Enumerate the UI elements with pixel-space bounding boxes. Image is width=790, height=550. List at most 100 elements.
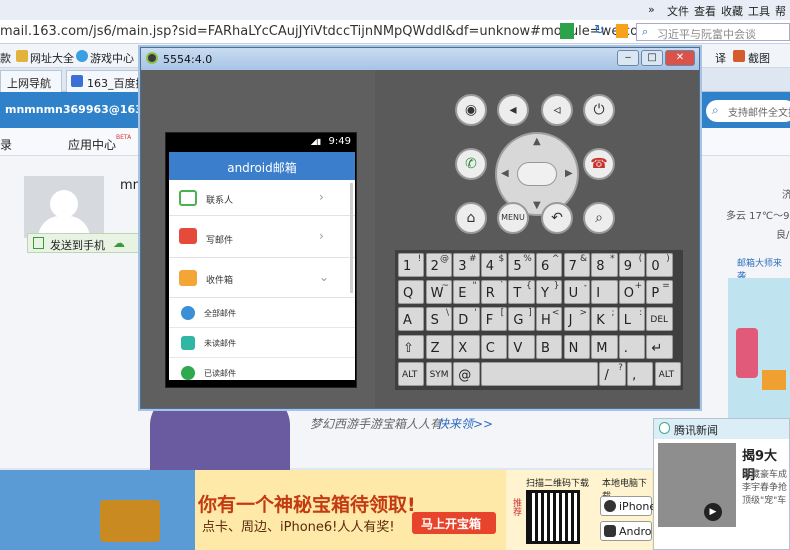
ad-image[interactable] bbox=[728, 278, 790, 418]
dpad-down-icon[interactable]: ▼ bbox=[533, 200, 541, 211]
list-item-read[interactable]: 已读邮件 bbox=[169, 358, 355, 380]
key-1[interactable]: 1! bbox=[398, 253, 425, 277]
nav-app-center[interactable]: 应用中心 bbox=[68, 136, 116, 153]
key-J[interactable]: J > bbox=[563, 307, 590, 332]
key-.[interactable]: . bbox=[618, 334, 646, 359]
key-5[interactable]: 5% bbox=[508, 253, 535, 277]
browser-search-input[interactable]: ⌕ 习近平与阮富中会谈 bbox=[636, 23, 790, 41]
fav-translate[interactable]: 译 bbox=[715, 50, 726, 66]
key-,[interactable]: , bbox=[627, 361, 654, 386]
menu-overflow[interactable]: » bbox=[648, 3, 655, 16]
play-icon[interactable]: ▶ bbox=[704, 503, 722, 521]
avatar[interactable] bbox=[24, 176, 104, 238]
menu-favorites[interactable]: 收藏 bbox=[721, 3, 743, 19]
search-icon[interactable]: ⌕ bbox=[583, 202, 615, 234]
dpad-center-button[interactable] bbox=[517, 162, 557, 186]
dropdown-icon[interactable] bbox=[616, 24, 628, 38]
dpad-up-icon[interactable]: ▲ bbox=[533, 136, 541, 147]
scrollbar[interactable] bbox=[350, 183, 353, 293]
menu-tools[interactable]: 工具 bbox=[748, 3, 770, 19]
url-text[interactable]: mail.163.com/js6/main.jsp?sid=FARhaLYcCA… bbox=[0, 24, 638, 39]
key-U[interactable]: U- bbox=[563, 280, 590, 305]
key-@[interactable]: @ bbox=[453, 361, 480, 386]
key-↵[interactable]: ↵ bbox=[646, 334, 673, 359]
key-ALT[interactable]: ALT bbox=[398, 361, 425, 386]
key-Z[interactable]: Z bbox=[425, 334, 452, 359]
key-ALT[interactable]: ALT bbox=[654, 361, 682, 386]
end-call-icon[interactable]: ☎ bbox=[583, 148, 615, 180]
android-download-button[interactable]: Andro bbox=[600, 521, 652, 541]
key-3[interactable]: 3 # bbox=[453, 253, 480, 277]
fav-item[interactable]: 网址大全 bbox=[30, 50, 74, 66]
key-G[interactable]: G] bbox=[508, 307, 535, 332]
list-item-inbox[interactable]: 收件箱 ⌄ bbox=[169, 258, 355, 298]
key-K[interactable]: K; bbox=[591, 307, 618, 332]
key-6[interactable]: 6 ^ bbox=[536, 253, 563, 277]
compat-icon[interactable] bbox=[560, 23, 574, 39]
iphone-download-button[interactable]: iPhone bbox=[600, 496, 656, 516]
emulator-titlebar[interactable]: 5554:4.0 ‒ □ ✕ bbox=[141, 48, 699, 70]
dpad-right-icon[interactable]: ▶ bbox=[565, 168, 573, 179]
key-E[interactable]: E " bbox=[453, 280, 480, 305]
key-C[interactable]: C bbox=[480, 334, 508, 359]
dpad-left-icon[interactable]: ◀ bbox=[501, 168, 509, 179]
key-F[interactable]: F[ bbox=[480, 307, 508, 332]
promo-link[interactable]: 快来领>> bbox=[437, 415, 493, 432]
key-B[interactable]: B bbox=[536, 334, 563, 359]
key-9[interactable]: 9( bbox=[618, 253, 646, 277]
send-to-phone-button[interactable]: 发送到手机 ☁ bbox=[27, 233, 152, 253]
key-4[interactable]: 4 $ bbox=[480, 253, 508, 277]
news-popup[interactable]: 腾讯新闻 ▶ 揭9大明 收藏豪车成 李宇春争抢 顶级"宠"车 bbox=[653, 418, 790, 550]
list-item-all-mail[interactable]: 全部邮件 bbox=[169, 298, 355, 328]
key-D[interactable]: D ' bbox=[453, 307, 480, 332]
mail-search-input[interactable]: ⌕ 支持邮件全文搜 bbox=[706, 100, 790, 122]
list-item-compose[interactable]: 写邮件 › bbox=[169, 216, 355, 258]
refresh-icon[interactable]: ↻ bbox=[594, 23, 605, 38]
home-icon[interactable]: ⌂ bbox=[455, 202, 487, 234]
key-X[interactable]: X bbox=[453, 334, 480, 359]
key-V[interactable]: V bbox=[508, 334, 535, 359]
cloud-icon[interactable]: ☁ bbox=[113, 236, 125, 250]
close-button[interactable]: ✕ bbox=[665, 50, 695, 66]
camera-icon[interactable]: ◉ bbox=[455, 94, 487, 126]
news-image[interactable]: ▶ bbox=[658, 443, 736, 527]
key-W[interactable]: W ~ bbox=[425, 280, 452, 305]
menu-button[interactable]: MENU bbox=[497, 202, 529, 234]
maximize-button[interactable]: □ bbox=[641, 50, 663, 66]
key-N[interactable]: N bbox=[563, 334, 590, 359]
phone-screen[interactable]: ◢▮ 9:49 android邮箱 联系人 › 写邮件 › 收件箱 ⌄ 全部邮件… bbox=[165, 132, 357, 388]
volume-up-icon[interactable]: ◃ bbox=[541, 94, 573, 126]
fav-item[interactable]: 游戏中心 bbox=[90, 50, 134, 66]
key-P[interactable]: P = bbox=[646, 280, 673, 305]
key-DEL[interactable]: DEL bbox=[646, 307, 673, 332]
key-Y[interactable]: Y} bbox=[536, 280, 563, 305]
key-8[interactable]: 8 * bbox=[591, 253, 618, 277]
key-T[interactable]: T{ bbox=[508, 280, 535, 305]
key-0[interactable]: 0) bbox=[646, 253, 673, 277]
key-S[interactable]: S \ bbox=[425, 307, 452, 332]
list-item-unread[interactable]: 未读邮件 bbox=[169, 328, 355, 358]
minimize-button[interactable]: ‒ bbox=[617, 50, 639, 66]
power-icon[interactable]: ⏻ bbox=[583, 94, 615, 126]
key-A[interactable]: A bbox=[398, 307, 425, 332]
key-7[interactable]: 7 & bbox=[563, 253, 590, 277]
key-H[interactable]: H < bbox=[536, 307, 563, 332]
fav-screenshot[interactable]: 截图 bbox=[748, 50, 770, 66]
menu-view[interactable]: 查看 bbox=[694, 3, 716, 19]
fav-item[interactable]: 款 bbox=[0, 50, 11, 66]
key-2[interactable]: 2 @ bbox=[425, 253, 452, 277]
key-M[interactable]: M bbox=[591, 334, 618, 359]
key-R[interactable]: R ` bbox=[480, 280, 508, 305]
key-I[interactable]: I bbox=[591, 280, 618, 305]
menu-file[interactable]: 文件 bbox=[667, 3, 689, 19]
key-Q[interactable]: Q bbox=[398, 280, 425, 305]
key-⇧[interactable]: ⇧ bbox=[398, 334, 425, 359]
open-chest-button[interactable]: 马上开宝箱 bbox=[412, 512, 496, 534]
key-/[interactable]: /? bbox=[599, 361, 626, 386]
key-L[interactable]: L: bbox=[618, 307, 646, 332]
key-space[interactable] bbox=[480, 361, 599, 386]
call-icon[interactable]: ✆ bbox=[455, 148, 487, 180]
nav-item[interactable]: 录 bbox=[0, 136, 12, 153]
key-O[interactable]: O + bbox=[618, 280, 646, 305]
list-item-contacts[interactable]: 联系人 › bbox=[169, 180, 355, 216]
